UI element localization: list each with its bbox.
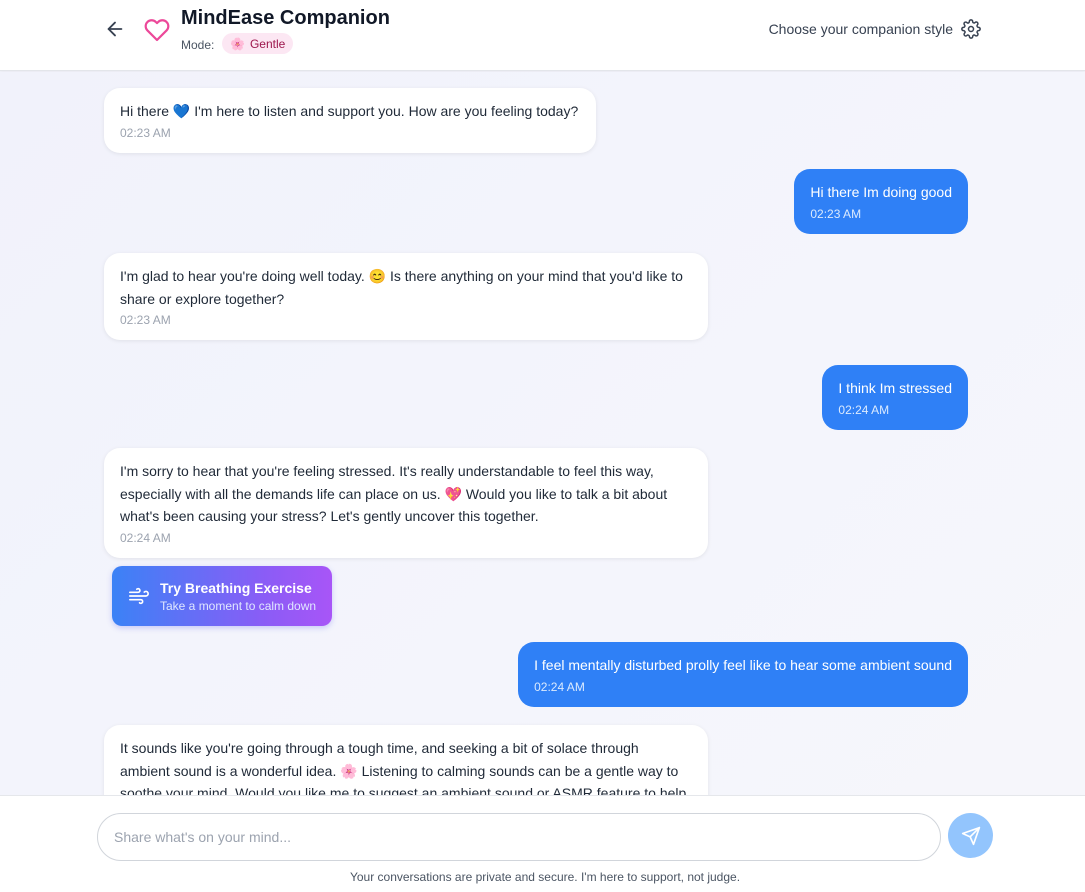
message-time: 02:23 AM <box>810 206 862 221</box>
message-text: It sounds like you're going through a to… <box>120 740 687 795</box>
message-text: Hi there Im doing good <box>810 184 952 200</box>
message-input[interactable] <box>97 813 941 861</box>
wind-icon <box>129 587 149 605</box>
privacy-disclaimer: Your conversations are private and secur… <box>349 870 741 884</box>
mode-value: Gentle <box>249 36 286 51</box>
bot-message: I'm glad to hear you're doing well today… <box>104 253 708 340</box>
user-message: I feel mentally disturbed prolly feel li… <box>518 642 968 707</box>
message-text: I think Im stressed <box>838 380 952 396</box>
user-message: I think Im stressed 02:24 AM <box>822 365 968 430</box>
mode-label: Mode: <box>181 38 215 52</box>
bot-message: I'm sorry to hear that you're feeling st… <box>104 448 708 558</box>
header: MindEase Companion Mode: 🌸 Gentle Choose… <box>0 0 1085 71</box>
companion-style-button[interactable]: Choose your companion style <box>769 18 981 40</box>
chat-area[interactable]: Hi there 💙 I'm here to listen and suppor… <box>0 72 1085 795</box>
bot-message: It sounds like you're going through a to… <box>104 725 708 795</box>
send-button[interactable] <box>948 813 993 858</box>
message-text: Hi there 💙 I'm here to listen and suppor… <box>120 103 579 119</box>
user-message: Hi there Im doing good 02:23 AM <box>794 169 968 234</box>
message-time: 02:24 AM <box>534 679 585 694</box>
message-time: 02:24 AM <box>120 530 171 545</box>
app: MindEase Companion Mode: 🌸 Gentle Choose… <box>0 0 1085 892</box>
heart-icon <box>144 19 170 42</box>
page-title: MindEase Companion <box>181 7 390 29</box>
arrow-left-icon <box>107 21 123 37</box>
back-button[interactable] <box>104 18 126 40</box>
message-text: I feel mentally disturbed prolly feel li… <box>534 657 952 673</box>
composer-area: Your conversations are private and secur… <box>0 795 1085 892</box>
companion-style-label: Choose your companion style <box>768 21 953 37</box>
message-text: I'm glad to hear you're doing well today… <box>120 268 683 307</box>
breathing-subtitle: Take a moment to calm down <box>160 599 317 613</box>
bot-message: Hi there 💙 I'm here to listen and suppor… <box>104 88 596 153</box>
message-time: 02:23 AM <box>120 313 171 327</box>
breathing-title: Try Breathing Exercise <box>160 580 312 596</box>
mode-badge[interactable]: 🌸 Gentle <box>222 33 294 54</box>
gear-icon <box>961 19 981 39</box>
message-text: I'm sorry to hear that you're feeling st… <box>120 463 668 524</box>
breathing-exercise-button[interactable]: Try Breathing Exercise Take a moment to … <box>112 566 332 626</box>
message-time: 02:23 AM <box>120 125 171 140</box>
flower-icon: 🌸 <box>230 36 245 51</box>
message-time: 02:24 AM <box>838 402 890 417</box>
send-icon <box>961 826 980 845</box>
